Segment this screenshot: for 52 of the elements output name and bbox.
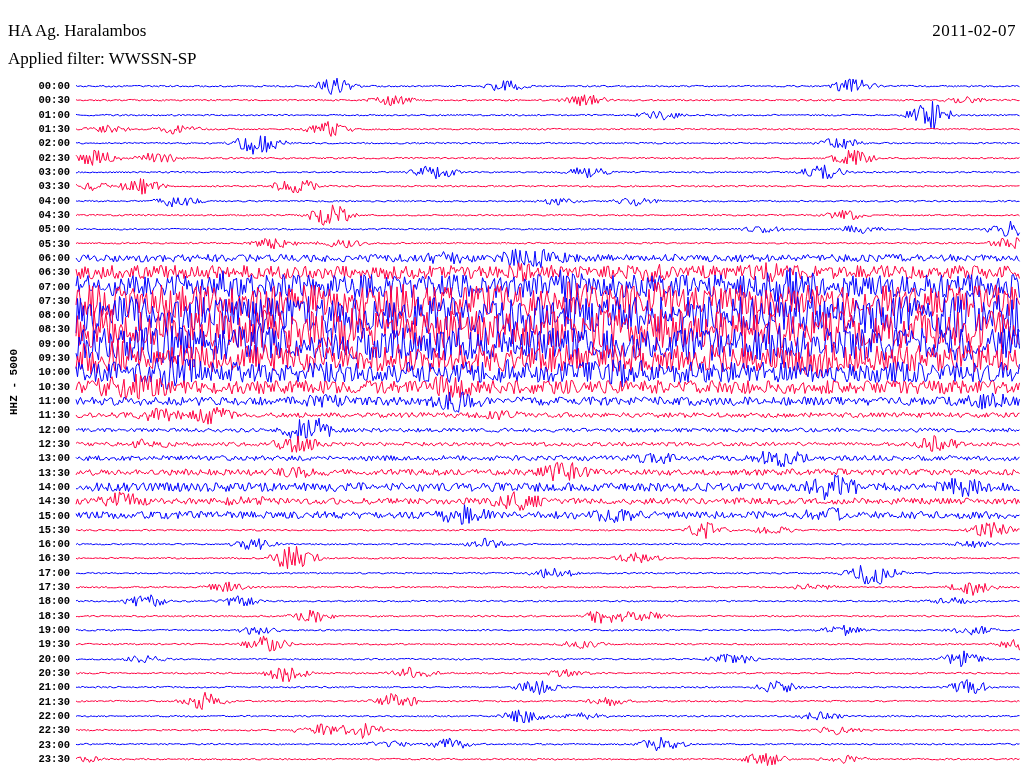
time-label: 14:30 [37,495,70,508]
time-label: 08:30 [37,323,70,336]
time-label: 22:00 [37,709,70,722]
channel-label: HHZ - 5000 [8,349,20,416]
time-label: 13:00 [37,452,70,465]
time-label: 13:30 [37,466,70,479]
time-label: 02:30 [37,151,70,164]
station-title: HA Ag. Haralambos [8,20,147,42]
time-label: 06:00 [37,251,70,264]
time-label: 10:30 [37,380,70,393]
time-label: 09:30 [37,352,70,365]
time-label: 12:30 [37,437,70,450]
time-label: 04:30 [37,208,70,221]
time-label: 01:00 [37,108,70,121]
time-label: 23:30 [37,752,70,765]
time-label: 12:00 [37,423,70,436]
time-label: 11:00 [37,395,70,408]
time-label: 03:00 [37,166,70,179]
time-label: 01:30 [37,123,70,136]
time-label: 17:00 [37,566,70,579]
time-label: 21:30 [37,695,70,708]
time-label: 06:30 [37,266,70,279]
time-label: 05:00 [37,223,70,236]
time-label: 23:00 [37,738,70,751]
time-label: 14:00 [37,480,70,493]
time-label: 11:30 [37,409,70,422]
filter-label: Applied filter: WWSSN-SP [8,48,197,70]
time-label: 20:00 [37,652,70,665]
time-label: 15:00 [37,509,70,522]
time-label: 15:30 [37,523,70,536]
time-label: 07:00 [37,280,70,293]
time-label: 18:00 [37,595,70,608]
time-label: 00:00 [37,80,70,93]
time-label: 19:30 [37,638,70,651]
time-label: 00:30 [37,94,70,107]
time-label: 21:00 [37,681,70,694]
time-label: 09:00 [37,337,70,350]
time-label: 22:30 [37,724,70,737]
time-label: 18:30 [37,609,70,622]
time-label: 16:00 [37,538,70,551]
time-label: 10:00 [37,366,70,379]
time-label: 08:00 [37,309,70,322]
time-label: 16:30 [37,552,70,565]
time-label: 03:30 [37,180,70,193]
time-label: 17:30 [37,581,70,594]
time-label: 07:30 [37,294,70,307]
time-label: 04:00 [37,194,70,207]
time-label: 20:30 [37,666,70,679]
time-label: 05:30 [37,237,70,250]
date-label: 2011-02-07 [932,20,1016,42]
time-label: 19:00 [37,624,70,637]
time-label: 02:00 [37,137,70,150]
